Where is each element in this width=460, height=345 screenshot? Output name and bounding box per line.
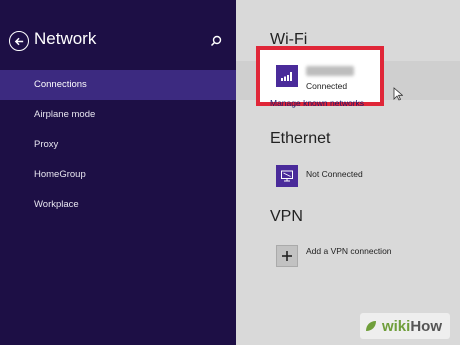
search-icon[interactable] [210, 35, 222, 47]
wifi-signal-icon[interactable] [276, 65, 298, 87]
vpn-heading: VPN [270, 208, 303, 225]
wifi-network-name[interactable] [306, 66, 354, 76]
sidebar-item-connections[interactable]: Connections [0, 70, 236, 100]
mouse-cursor-icon [393, 87, 403, 101]
wikihow-leaf-icon [365, 321, 376, 331]
sidebar-nav: Connections Airplane mode Proxy HomeGrou… [0, 70, 236, 220]
ethernet-status[interactable]: Not Connected [306, 169, 363, 179]
wifi-status: Connected [306, 81, 348, 91]
network-sidebar: Network Connections Airplane mode Proxy … [0, 0, 236, 345]
sidebar-item-proxy[interactable]: Proxy [0, 130, 236, 160]
network-main-pane: Wi-Fi Connected Manage known networks Et… [236, 0, 460, 345]
plus-icon[interactable] [276, 245, 298, 267]
watermark-how: How [410, 317, 442, 335]
wikihow-watermark: wiki How [359, 313, 450, 339]
sidebar-item-homegroup[interactable]: HomeGroup [0, 160, 236, 190]
add-vpn-connection-link[interactable]: Add a VPN connection [306, 246, 392, 256]
manage-known-networks-link[interactable]: Manage known networks [270, 98, 364, 108]
watermark-wiki: wiki [381, 317, 411, 335]
ethernet-heading: Ethernet [270, 130, 331, 147]
ethernet-monitor-icon[interactable] [276, 165, 298, 187]
sidebar-item-workplace[interactable]: Workplace [0, 190, 236, 220]
sidebar-item-airplane-mode[interactable]: Airplane mode [0, 100, 236, 130]
back-arrow-circle-icon[interactable] [9, 31, 29, 51]
sidebar-title: Network [34, 29, 97, 48]
